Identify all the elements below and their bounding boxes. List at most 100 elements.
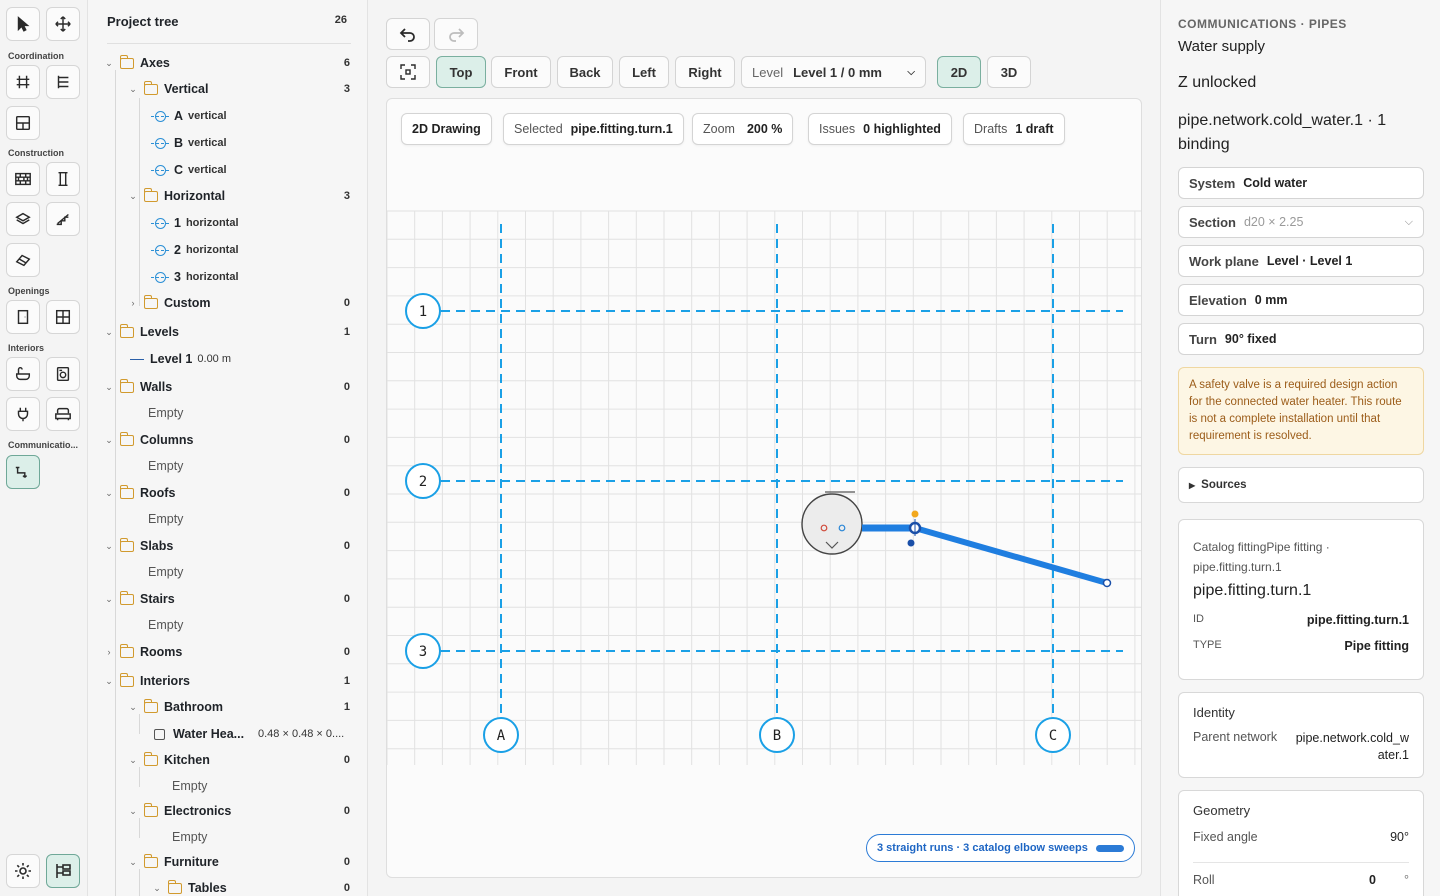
chevron-down-icon[interactable]: ⌄: [104, 327, 114, 338]
slab-tool-button[interactable]: [6, 202, 40, 236]
axis-vertical-c[interactable]: C: [1035, 224, 1071, 753]
tree-folder-horizontal[interactable]: ⌄ Horizontal 3: [128, 185, 350, 207]
tree-folder-roofs[interactable]: ⌄ Roofs 0: [104, 482, 350, 504]
fit-view-button[interactable]: [386, 56, 430, 88]
appliance-tool-button[interactable]: [46, 357, 80, 391]
rotate-handle[interactable]: [911, 510, 919, 518]
furniture-tool-button[interactable]: [46, 397, 80, 431]
tree-folder-walls[interactable]: ⌄ Walls 0: [104, 376, 350, 398]
view-back-button[interactable]: Back: [557, 56, 613, 88]
select-tool-button[interactable]: [6, 7, 40, 41]
tree-object-item[interactable]: Water Hea... 0.48 × 0.48 × 0....: [152, 723, 350, 745]
tree-folder-kitchen[interactable]: ⌄ Kitchen 0: [128, 749, 350, 771]
mode-3d-button[interactable]: 3D: [987, 56, 1031, 88]
tree-folder-columns[interactable]: ⌄ Columns 0: [104, 429, 350, 451]
axis-horizontal-2[interactable]: 2: [405, 463, 1123, 499]
view-front-button[interactable]: Front: [491, 56, 551, 88]
chevron-down-icon[interactable]: ⌄: [104, 58, 114, 69]
levels-tool-button[interactable]: [46, 65, 80, 99]
work-plane-field[interactable]: Work plane Level · Level 1: [1178, 245, 1424, 277]
chevron-down-icon[interactable]: ⌄: [104, 382, 114, 393]
roll-row[interactable]: Roll 0 °: [1193, 873, 1409, 887]
axis-horizontal-3[interactable]: 3: [405, 633, 1123, 669]
chevron-down-icon[interactable]: ⌄: [104, 676, 114, 687]
window-tool-button[interactable]: [46, 300, 80, 334]
catalog-line: Catalog fittingPipe fitting ·: [1193, 540, 1330, 554]
axis-horizontal-1[interactable]: 1: [405, 293, 1123, 329]
system-field[interactable]: System Cold water: [1178, 167, 1424, 199]
tree-folder-slabs[interactable]: ⌄ Slabs 0: [104, 535, 350, 557]
tree-axis-1[interactable]: 1 horizontal: [151, 212, 350, 234]
drawing-canvas[interactable]: 123ABC 2D Drawing Selected pipe.fitting.…: [386, 98, 1142, 878]
tree-axis-2[interactable]: 2 horizontal: [151, 239, 350, 261]
tree-folder-vertical[interactable]: ⌄ Vertical 3: [128, 78, 350, 100]
issues-chip[interactable]: Issues 0 highlighted: [808, 113, 952, 145]
stairs-tool-button[interactable]: [46, 202, 80, 236]
settings-button[interactable]: [6, 854, 40, 888]
turn-field[interactable]: Turn 90° fixed: [1178, 323, 1424, 355]
tree-empty-label: Empty: [148, 565, 184, 579]
tree-folder-levels[interactable]: ⌄ Levels 1: [104, 321, 350, 343]
inspector-subtitle: Water supply: [1178, 38, 1265, 55]
roof-tool-button[interactable]: [6, 243, 40, 277]
drafts-chip[interactable]: Drafts 1 draft: [963, 113, 1065, 145]
axis-vertical-a[interactable]: A: [483, 224, 519, 753]
project-tree-header: Project tree 26: [107, 14, 351, 44]
grid-axes-tool-button[interactable]: [6, 65, 40, 99]
tree-folder-axes[interactable]: ⌄ Axes 6: [104, 52, 350, 74]
tree-axis-b[interactable]: Bvertical: [151, 132, 350, 154]
chevron-down-icon[interactable]: ⌄: [128, 755, 138, 766]
tree-folder-electronics[interactable]: ⌄ Electronics 0: [128, 800, 350, 822]
redo-button[interactable]: [434, 18, 478, 50]
chevron-down-icon[interactable]: ⌄: [128, 806, 138, 817]
level-select[interactable]: Level Level 1 / 0 mm ⌵: [741, 56, 926, 88]
drawing-mode-chip[interactable]: 2D Drawing: [401, 113, 492, 145]
chevron-down-icon[interactable]: ⌄: [104, 541, 114, 552]
undo-button[interactable]: [386, 18, 430, 50]
roll-value[interactable]: 0: [1369, 873, 1376, 887]
floor-plan-drawing[interactable]: 1 2 3 A B C: [387, 99, 1142, 878]
chevron-down-icon[interactable]: ⌄: [128, 857, 138, 868]
chevron-down-icon[interactable]: ⌄: [104, 435, 114, 446]
tree-axis-a[interactable]: Avertical: [151, 105, 350, 127]
view-top-button[interactable]: Top: [436, 56, 486, 88]
tree-axis-3[interactable]: 3 horizontal: [151, 266, 350, 288]
elevation-field[interactable]: Elevation 0 mm: [1178, 284, 1424, 316]
sources-disclosure[interactable]: ▶ Sources: [1178, 467, 1424, 503]
view-right-button[interactable]: Right: [675, 56, 735, 88]
view-left-button[interactable]: Left: [619, 56, 669, 88]
tree-folder-furniture[interactable]: ⌄ Furniture 0: [128, 851, 350, 873]
tree-axis-c[interactable]: Cvertical: [151, 159, 350, 181]
selected-chip[interactable]: Selected pipe.fitting.turn.1: [503, 113, 684, 145]
chevron-down-icon[interactable]: ⌄: [152, 883, 162, 894]
axis-vertical-b[interactable]: B: [759, 224, 795, 753]
chevron-right-icon[interactable]: ›: [128, 298, 138, 308]
chevron-down-icon[interactable]: ⌄: [104, 594, 114, 605]
tree-folder-stairs[interactable]: ⌄ Stairs 0: [104, 588, 350, 610]
tree-folder-custom[interactable]: › Custom 0: [128, 292, 350, 314]
tree-folder-tables[interactable]: ⌄ Tables 0: [152, 877, 350, 896]
tree-folder-rooms[interactable]: › Rooms 0: [104, 641, 350, 663]
drag-handle[interactable]: [907, 539, 915, 547]
area-tool-button[interactable]: [6, 106, 40, 140]
section-select[interactable]: Section d20 × 2.25 ⌵: [1178, 206, 1424, 238]
tree-level-item[interactable]: Level 1 0.00 m: [128, 348, 350, 370]
column-tool-button[interactable]: [46, 162, 80, 196]
mode-2d-button[interactable]: 2D: [937, 56, 981, 88]
move-tool-button[interactable]: [46, 7, 80, 41]
water-heater-symbol[interactable]: [801, 491, 863, 555]
electrical-tool-button[interactable]: [6, 397, 40, 431]
pipe-route-tool-button[interactable]: [6, 455, 40, 489]
zoom-chip[interactable]: Zoom 200 %: [692, 113, 794, 145]
chevron-right-icon[interactable]: ›: [104, 647, 114, 657]
door-tool-button[interactable]: [6, 300, 40, 334]
chevron-down-icon[interactable]: ⌄: [104, 488, 114, 499]
chevron-down-icon[interactable]: ⌄: [128, 702, 138, 713]
chevron-down-icon[interactable]: ⌄: [128, 191, 138, 202]
tree-folder-interiors[interactable]: ⌄ Interiors 1: [104, 670, 350, 692]
project-tree-toggle-button[interactable]: [46, 854, 80, 888]
wall-tool-button[interactable]: [6, 162, 40, 196]
bath-tool-button[interactable]: [6, 357, 40, 391]
tree-folder-bathroom[interactable]: ⌄ Bathroom 1: [128, 696, 350, 718]
chevron-down-icon[interactable]: ⌄: [128, 84, 138, 95]
